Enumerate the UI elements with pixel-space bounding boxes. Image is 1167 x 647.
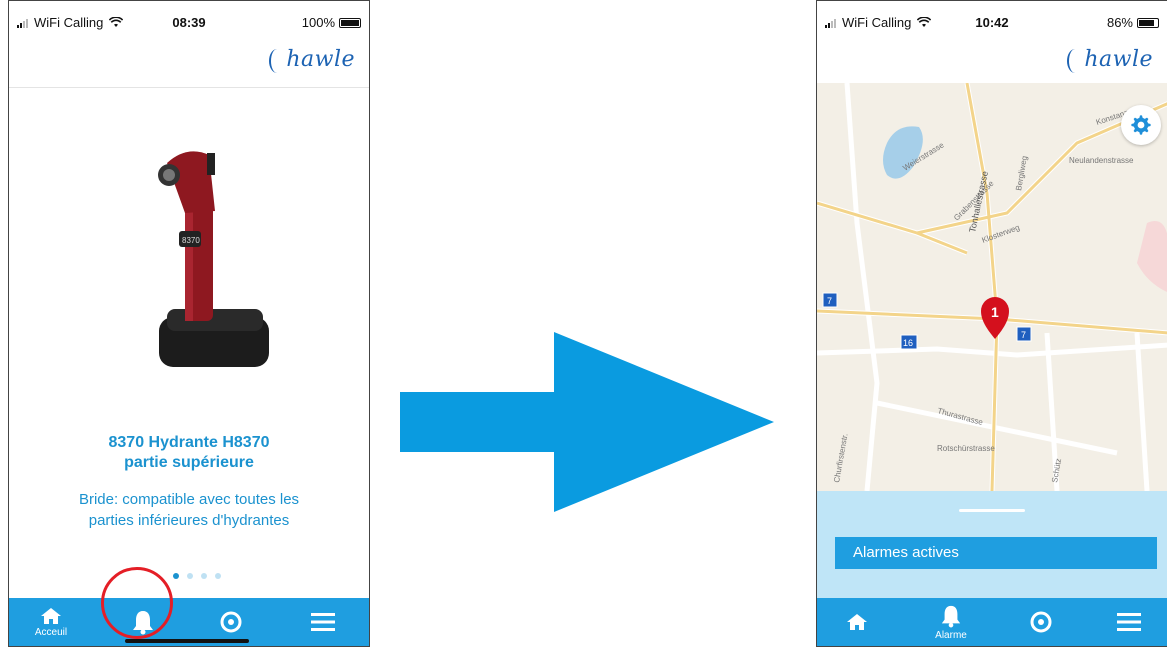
target-icon (220, 611, 242, 633)
gear-icon (1131, 115, 1151, 135)
street-label: Neulandenstrasse (1069, 156, 1134, 165)
tab-home[interactable] (827, 598, 887, 646)
road-badge: 7 (822, 292, 838, 308)
map-canvas[interactable]: Konstanzerstr. Neulandenstrasse Weierstr… (817, 83, 1167, 491)
hydrant-product-image: 8370 (158, 151, 269, 367)
tab-home[interactable]: Acceuil (21, 598, 81, 646)
logo-swoosh (269, 49, 285, 73)
product-description: Bride: compatible avec toutes les partie… (9, 489, 369, 531)
tab-menu[interactable] (1099, 598, 1159, 646)
battery-percent: 86% (1106, 15, 1133, 30)
active-alarms-sheet[interactable]: Alarmes actives (817, 491, 1167, 601)
transition-arrow (400, 332, 774, 512)
page-indicator[interactable] (173, 573, 221, 579)
product-title: 8370 Hydrante H8370 partie supérieure (9, 433, 369, 473)
logo-swoosh (1067, 49, 1083, 73)
svg-text:16: 16 (903, 338, 913, 348)
status-bar: WiFi Calling 10:42 86% (817, 1, 1167, 45)
svg-text:7: 7 (1021, 330, 1026, 340)
map-view[interactable]: Konstanzerstr. Neulandenstrasse Weierstr… (817, 83, 1167, 491)
street-label: Rotschürstrasse (937, 444, 995, 453)
tab-alarm[interactable]: Alarme (921, 598, 981, 646)
highlight-circle (101, 567, 173, 639)
road-badge: 7 (1016, 326, 1032, 342)
page-dot[interactable] (173, 573, 179, 579)
tab-alarm-label: Alarme (935, 629, 967, 641)
tab-hydrant-scan[interactable] (1011, 598, 1071, 646)
battery-indicator: 100% (302, 15, 361, 30)
tab-menu[interactable] (293, 598, 353, 646)
header-divider (9, 87, 369, 88)
product-title-line-1: 8370 Hydrante H8370 (108, 434, 270, 451)
product-title-line-2: partie supérieure (124, 454, 254, 471)
bell-icon (941, 605, 961, 627)
target-icon (1030, 611, 1052, 633)
menu-icon (1117, 613, 1141, 631)
page-dot[interactable] (201, 573, 207, 579)
battery-indicator: 86% (1107, 15, 1159, 30)
home-indicator (125, 639, 249, 643)
bottom-tab-bar: Alarme (817, 598, 1167, 646)
battery-icon (1137, 17, 1159, 28)
active-alarms-header[interactable]: Alarmes actives (835, 537, 1157, 569)
device-label: 8370 (182, 236, 200, 245)
map-settings-button[interactable] (1121, 105, 1161, 145)
right-phone-screen: WiFi Calling 10:42 86% hawle Konstanzers… (816, 0, 1167, 647)
sheet-drag-handle[interactable] (959, 509, 1025, 512)
menu-icon (311, 613, 335, 631)
page-dot[interactable] (215, 573, 221, 579)
left-phone-screen: WiFi Calling 08:39 100% hawle 8370 8370 … (8, 0, 370, 647)
road-badge: 16 (900, 334, 918, 350)
marker-number: 1 (991, 304, 999, 320)
status-bar: WiFi Calling 08:39 100% (9, 1, 369, 45)
home-icon (41, 607, 61, 624)
battery-percent: 100% (301, 15, 335, 30)
page-dot[interactable] (187, 573, 193, 579)
battery-icon (339, 17, 361, 28)
product-desc-line-2: parties inférieures d'hydrantes (88, 512, 290, 529)
hawle-logo: hawle (1084, 47, 1153, 72)
hawle-logo: hawle (286, 47, 355, 72)
tab-home-label: Acceuil (34, 626, 68, 638)
svg-text:7: 7 (827, 296, 832, 306)
product-desc-line-1: Bride: compatible avec toutes les (78, 491, 300, 508)
home-icon (847, 614, 867, 630)
